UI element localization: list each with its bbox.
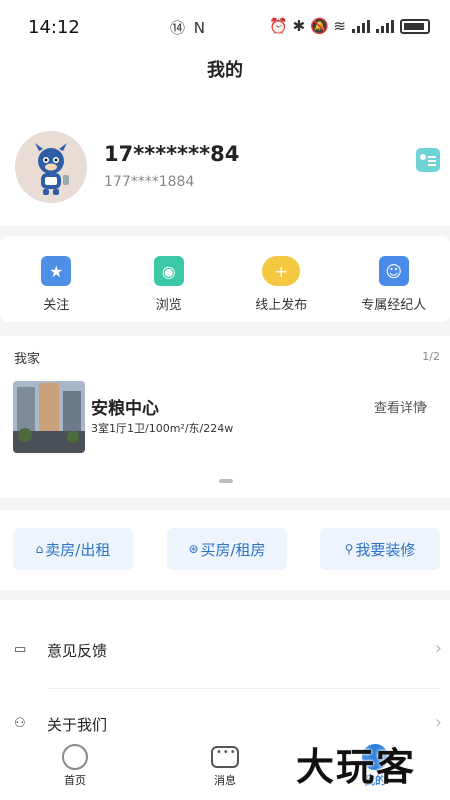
quick-action-label: 关注 xyxy=(43,298,70,313)
quick-action-publish[interactable]: + 线上发布 xyxy=(225,236,338,322)
page-title: 我的 xyxy=(0,56,450,104)
home-photo[interactable] xyxy=(13,381,85,453)
quick-action-label: 浏览 xyxy=(155,298,182,313)
menu-item-label: 意见反馈 xyxy=(47,642,108,660)
chat-icon xyxy=(211,746,239,768)
profile-name: 17*******84 xyxy=(104,142,240,166)
status-bar: 14:12 ⑭ N ⏰ ✱ 🔕 ≋ xyxy=(0,0,450,56)
tab-label: 首页 xyxy=(64,774,86,787)
quick-action-browse[interactable]: ◉ 浏览 xyxy=(113,236,226,322)
my-home-title: 我家 xyxy=(14,352,41,367)
avatar[interactable] xyxy=(15,131,87,203)
buy-rent-label: 买房/租房 xyxy=(200,540,266,559)
menu-divider xyxy=(47,688,440,689)
quick-action-follow[interactable]: ★ 关注 xyxy=(0,236,113,322)
renovation-button[interactable]: ⚲ 我要装修 xyxy=(320,528,440,570)
home-photo-image xyxy=(13,381,85,453)
chevron-right-icon: › xyxy=(434,638,442,659)
chevron-right-icon: › xyxy=(434,712,442,733)
my-home-section: 我家 1/2 安粮中心 3室1厅1卫/100m²/东/224w 查看详情 › xyxy=(0,336,450,498)
mascot-avatar-icon xyxy=(15,131,87,203)
star-icon: ★ xyxy=(41,256,72,286)
sell-rent-label: 卖房/出租 xyxy=(45,540,111,559)
home-detail-link[interactable]: 查看详情 xyxy=(374,397,426,416)
home-name: 安粮中心 xyxy=(91,399,159,419)
status-right-icons: ⏰ ✱ 🔕 ≋ xyxy=(269,17,430,35)
search-icon: ◉ xyxy=(153,256,184,286)
sell-rent-button[interactable]: ⌂ 卖房/出租 xyxy=(13,528,133,570)
signal-icon-2 xyxy=(376,19,394,33)
tab-home[interactable]: 首页 xyxy=(0,738,150,800)
profile-section: 17*******84 177****1884 xyxy=(0,104,450,226)
status-time: 14:12 xyxy=(28,17,80,38)
cloud-plus-icon: + xyxy=(262,256,301,286)
renovation-label: 我要装修 xyxy=(355,540,416,559)
tab-messages[interactable]: 消息 xyxy=(150,738,300,800)
menu-item-feedback[interactable]: ▭ 意见反馈 › xyxy=(0,616,450,688)
my-home-pager-count: 1/2 xyxy=(422,350,440,363)
signal-icon xyxy=(352,19,370,33)
quick-action-label: 专属经纪人 xyxy=(361,298,427,313)
house-icon: ⌂ xyxy=(35,542,44,556)
feedback-icon: ▭ xyxy=(14,642,27,657)
users-icon: ⚇ xyxy=(14,716,26,731)
status-system-icons: ⏰ ✱ 🔕 ≋ xyxy=(269,17,346,35)
tab-label: 消息 xyxy=(214,774,236,787)
id-card-icon[interactable] xyxy=(416,148,440,172)
quick-action-agent[interactable]: ☺ 专属经纪人 xyxy=(338,236,450,322)
home-description: 3室1厅1卫/100m²/东/224w xyxy=(91,422,234,435)
buy-rent-button[interactable]: ⊛ 买房/租房 xyxy=(167,528,287,570)
home-tab-icon xyxy=(62,744,88,770)
service-actions: ⌂ 卖房/出租 ⊛ 买房/租房 ⚲ 我要装修 xyxy=(0,510,450,590)
money-icon: ⊛ xyxy=(188,542,199,556)
quick-action-label: 线上发布 xyxy=(255,298,308,313)
chevron-right-icon: › xyxy=(421,396,428,415)
agent-icon: ☺ xyxy=(378,256,409,286)
watermark: 大玩客 xyxy=(296,745,417,789)
status-left-icons: ⑭ N xyxy=(170,19,207,37)
quick-actions: ★ 关注 ◉ 浏览 + 线上发布 ☺ 专属经纪人 xyxy=(0,236,450,322)
profile-phone: 177****1884 xyxy=(104,174,195,190)
pager-indicator xyxy=(219,479,233,483)
battery-icon xyxy=(400,18,430,34)
brush-icon: ⚲ xyxy=(344,542,354,556)
menu-item-label: 关于我们 xyxy=(47,716,108,734)
